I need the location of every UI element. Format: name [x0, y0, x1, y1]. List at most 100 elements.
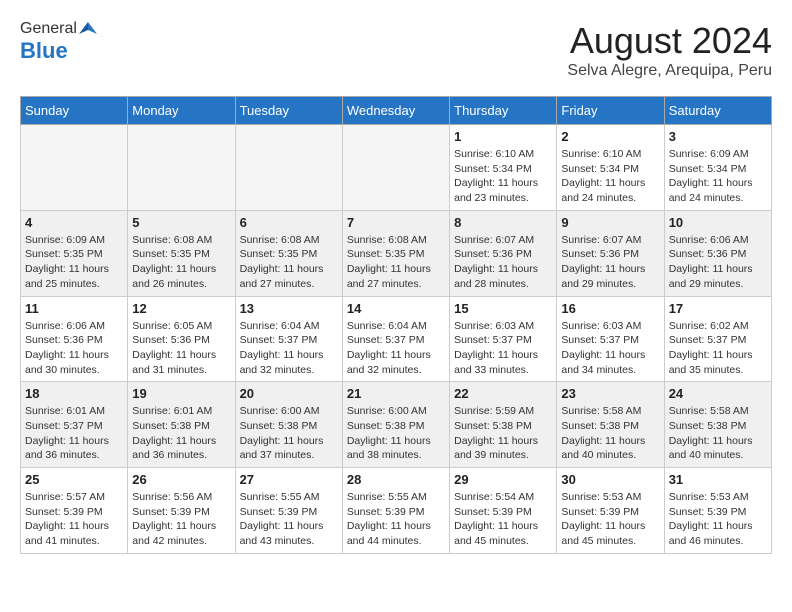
day-number: 9 [561, 215, 659, 230]
calendar-day-cell: 5Sunrise: 6:08 AM Sunset: 5:35 PM Daylig… [128, 210, 235, 296]
calendar-week-row: 18Sunrise: 6:01 AM Sunset: 5:37 PM Dayli… [21, 382, 772, 468]
day-info: Sunrise: 5:58 AM Sunset: 5:38 PM Dayligh… [561, 404, 659, 463]
calendar-day-cell: 23 Sunrise: 5:58 AM Sunset: 5:38 PM Dayli… [557, 382, 664, 468]
day-number: 1 [454, 129, 552, 144]
calendar-day-cell: 6 Sunrise: 6:08 AM Sunset: 5:35 PM Daylig… [235, 210, 342, 296]
day-of-week-header: Wednesday [342, 97, 449, 125]
day-info: Sunrise: 5:54 AM Sunset: 5:39 PM Dayligh… [454, 490, 552, 549]
day-info: Sunrise: 6:04 AM Sunset: 5:37 PM Dayligh… [347, 319, 445, 378]
day-info: Sunrise: 5:59 AM Sunset: 5:38 PM Dayligh… [454, 404, 552, 463]
calendar-day-cell: 14 Sunrise: 6:04 AM Sunset: 5:37 PM Dayli… [342, 296, 449, 382]
day-number: 8 [454, 215, 552, 230]
day-number: 30 [561, 472, 659, 487]
day-info: Sunrise: 6:08 AM Sunset: 5:35 PM Dayligh… [240, 233, 338, 292]
day-of-week-header: Saturday [664, 97, 771, 125]
calendar-day-cell: 17 Sunrise: 6:02 AM Sunset: 5:37 PM Dayli… [664, 296, 771, 382]
calendar-week-row: 11 Sunrise: 6:06 AM Sunset: 5:36 PM Dayli… [21, 296, 772, 382]
calendar-day-cell: 7 Sunrise: 6:08 AM Sunset: 5:35 PM Daylig… [342, 210, 449, 296]
day-info: Sunrise: 5:55 AM Sunset: 5:39 PM Dayligh… [347, 490, 445, 549]
day-of-week-header: Friday [557, 97, 664, 125]
calendar-day-cell: 30 Sunrise: 5:53 AM Sunset: 5:39 PM Dayli… [557, 468, 664, 554]
day-info: Sunrise: 6:09 AM Sunset: 5:35 PM Dayligh… [25, 233, 123, 292]
day-number: 24 [669, 386, 767, 401]
day-number: 29 [454, 472, 552, 487]
calendar-table: SundayMondayTuesdayWednesdayThursdayFrid… [20, 96, 772, 554]
day-info: Sunrise: 6:07 AM Sunset: 5:36 PM Dayligh… [561, 233, 659, 292]
calendar-day-cell: 4 Sunrise: 6:09 AM Sunset: 5:35 PM Daylig… [21, 210, 128, 296]
title-block: August 2024 Selva Alegre, Arequipa, Peru [567, 20, 772, 80]
calendar-day-cell: 9 Sunrise: 6:07 AM Sunset: 5:36 PM Daylig… [557, 210, 664, 296]
day-number: 26 [132, 472, 230, 487]
day-of-week-header: Sunday [21, 97, 128, 125]
day-info: Sunrise: 6:03 AM Sunset: 5:37 PM Dayligh… [561, 319, 659, 378]
day-info: Sunrise: 6:09 AM Sunset: 5:34 PM Dayligh… [669, 147, 767, 206]
calendar-day-cell: 19 Sunrise: 6:01 AM Sunset: 5:38 PM Dayli… [128, 382, 235, 468]
day-info: Sunrise: 6:06 AM Sunset: 5:36 PM Dayligh… [669, 233, 767, 292]
day-info: Sunrise: 5:58 AM Sunset: 5:38 PM Dayligh… [669, 404, 767, 463]
calendar-day-cell: 1Sunrise: 6:10 AM Sunset: 5:34 PM Daylig… [450, 125, 557, 211]
day-number: 22 [454, 386, 552, 401]
logo-blue-text: Blue [20, 38, 68, 64]
day-info: Sunrise: 5:55 AM Sunset: 5:39 PM Dayligh… [240, 490, 338, 549]
calendar-day-cell: 3Sunrise: 6:09 AM Sunset: 5:34 PM Daylig… [664, 125, 771, 211]
day-number: 13 [240, 301, 338, 316]
logo: General Blue [20, 20, 97, 64]
day-number: 6 [240, 215, 338, 230]
calendar-day-cell [21, 125, 128, 211]
day-info: Sunrise: 6:08 AM Sunset: 5:35 PM Dayligh… [347, 233, 445, 292]
day-info: Sunrise: 5:56 AM Sunset: 5:39 PM Dayligh… [132, 490, 230, 549]
calendar-day-cell: 10 Sunrise: 6:06 AM Sunset: 5:36 PM Dayli… [664, 210, 771, 296]
calendar-day-cell: 22 Sunrise: 5:59 AM Sunset: 5:38 PM Dayli… [450, 382, 557, 468]
location-subtitle: Selva Alegre, Arequipa, Peru [567, 62, 772, 80]
day-number: 10 [669, 215, 767, 230]
day-number: 4 [25, 215, 123, 230]
day-info: Sunrise: 6:04 AM Sunset: 5:37 PM Dayligh… [240, 319, 338, 378]
day-number: 20 [240, 386, 338, 401]
day-number: 12 [132, 301, 230, 316]
calendar-day-cell: 2 Sunrise: 6:10 AM Sunset: 5:34 PM Daylig… [557, 125, 664, 211]
calendar-day-cell: 28 Sunrise: 5:55 AM Sunset: 5:39 PM Dayli… [342, 468, 449, 554]
calendar-day-cell: 24 Sunrise: 5:58 AM Sunset: 5:38 PM Dayli… [664, 382, 771, 468]
day-info: Sunrise: 6:01 AM Sunset: 5:38 PM Dayligh… [132, 404, 230, 463]
day-number: 18 [25, 386, 123, 401]
day-info: Sunrise: 6:02 AM Sunset: 5:37 PM Dayligh… [669, 319, 767, 378]
calendar-day-cell: 27 Sunrise: 5:55 AM Sunset: 5:39 PM Dayli… [235, 468, 342, 554]
day-number: 23 [561, 386, 659, 401]
calendar-week-row: 25 Sunrise: 5:57 AM Sunset: 5:39 PM Dayli… [21, 468, 772, 554]
day-info: Sunrise: 6:03 AM Sunset: 5:37 PM Dayligh… [454, 319, 552, 378]
calendar-day-cell: 16Sunrise: 6:03 AM Sunset: 5:37 PM Dayli… [557, 296, 664, 382]
calendar-day-cell: 11 Sunrise: 6:06 AM Sunset: 5:36 PM Dayli… [21, 296, 128, 382]
day-number: 7 [347, 215, 445, 230]
calendar-day-cell: 21Sunrise: 6:00 AM Sunset: 5:38 PM Dayli… [342, 382, 449, 468]
day-number: 2 [561, 129, 659, 144]
day-number: 25 [25, 472, 123, 487]
calendar-day-cell: 26 Sunrise: 5:56 AM Sunset: 5:39 PM Dayli… [128, 468, 235, 554]
calendar-day-cell [342, 125, 449, 211]
day-info: Sunrise: 6:08 AM Sunset: 5:35 PM Dayligh… [132, 233, 230, 292]
month-title: August 2024 [567, 20, 772, 62]
day-info: Sunrise: 5:53 AM Sunset: 5:39 PM Dayligh… [561, 490, 659, 549]
day-number: 17 [669, 301, 767, 316]
calendar-day-cell: 15Sunrise: 6:03 AM Sunset: 5:37 PM Dayli… [450, 296, 557, 382]
calendar-day-cell: 12 Sunrise: 6:05 AM Sunset: 5:36 PM Dayli… [128, 296, 235, 382]
day-info: Sunrise: 6:05 AM Sunset: 5:36 PM Dayligh… [132, 319, 230, 378]
day-number: 19 [132, 386, 230, 401]
logo-general-text: General [20, 20, 77, 38]
calendar-week-row: 4 Sunrise: 6:09 AM Sunset: 5:35 PM Daylig… [21, 210, 772, 296]
day-number: 31 [669, 472, 767, 487]
day-number: 27 [240, 472, 338, 487]
calendar-day-cell: 31Sunrise: 5:53 AM Sunset: 5:39 PM Dayli… [664, 468, 771, 554]
day-info: Sunrise: 6:06 AM Sunset: 5:36 PM Dayligh… [25, 319, 123, 378]
day-number: 14 [347, 301, 445, 316]
day-number: 28 [347, 472, 445, 487]
day-info: Sunrise: 6:07 AM Sunset: 5:36 PM Dayligh… [454, 233, 552, 292]
calendar-day-cell [128, 125, 235, 211]
day-info: Sunrise: 5:57 AM Sunset: 5:39 PM Dayligh… [25, 490, 123, 549]
calendar-week-row: 1 Sunrise: 6:10 AM Sunset: 5:34 PM Daylig… [21, 125, 772, 211]
calendar-day-cell: 13 Sunrise: 6:04 AM Sunset: 5:37 PM Dayli… [235, 296, 342, 382]
day-info: Sunrise: 6:00 AM Sunset: 5:38 PM Dayligh… [240, 404, 338, 463]
calendar-header-row: SundayMondayTuesdayWednesdayThursdayFrid… [21, 97, 772, 125]
day-of-week-header: Monday [128, 97, 235, 125]
day-info: Sunrise: 6:10 AM Sunset: 5:34 PM Dayligh… [561, 147, 659, 206]
day-number: 11 [25, 301, 123, 316]
